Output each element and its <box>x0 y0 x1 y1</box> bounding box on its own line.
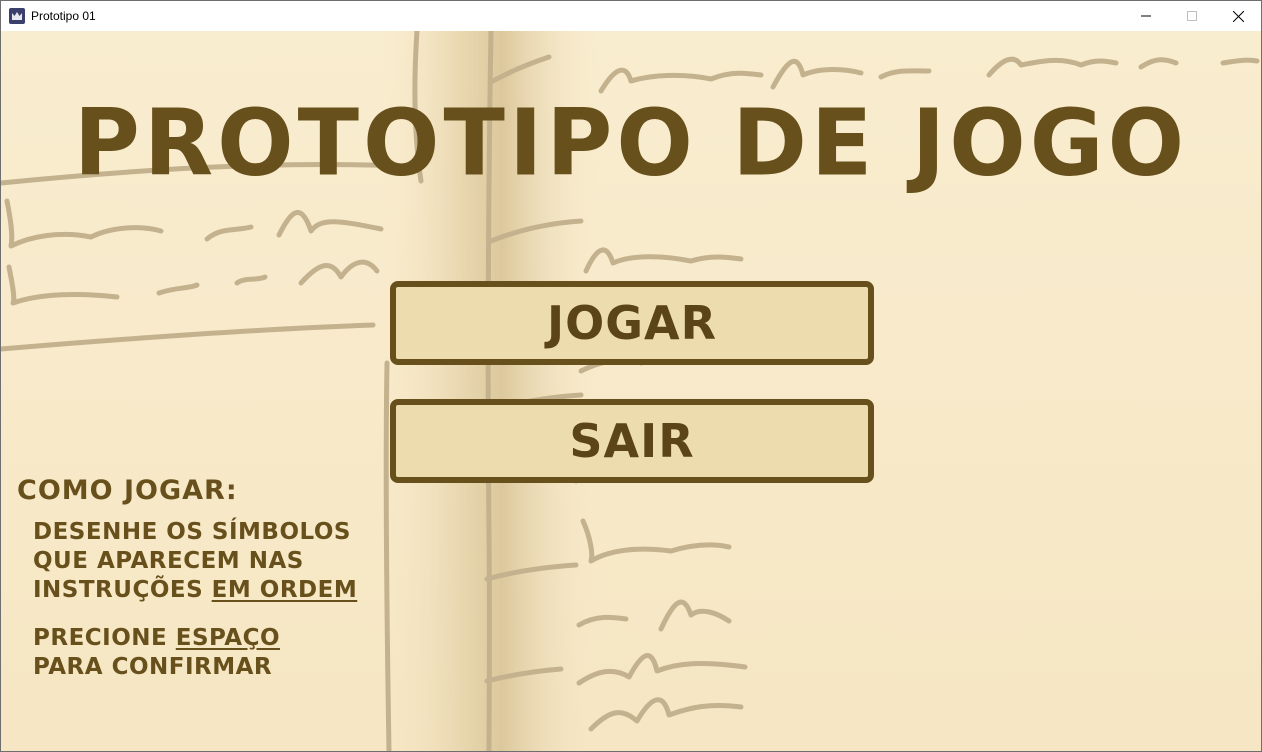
instruction-line: PRECIONE ESPAÇO <box>33 624 357 653</box>
play-button-label: JOGAR <box>547 296 717 350</box>
instruction-text: PRECIONE <box>33 625 176 651</box>
close-icon <box>1232 10 1244 22</box>
close-button[interactable] <box>1215 1 1261 31</box>
instruction-emphasis: EM ORDEM <box>211 577 358 603</box>
exit-button-label: SAIR <box>569 414 695 468</box>
title-bar[interactable]: Prototipo 01 <box>1 1 1261 31</box>
game-title: PROTOTIPO DE JOGO <box>73 89 1189 198</box>
play-button[interactable]: JOGAR <box>390 281 874 365</box>
instruction-emphasis: ESPAÇO <box>175 625 281 651</box>
game-maker-icon <box>9 8 25 24</box>
game-window: Prototipo 01 PROTOTIPO DE JOGO JOGAR SAI… <box>0 0 1262 752</box>
exit-button[interactable]: SAIR <box>390 399 874 483</box>
instruction-line: PARA CONFIRMAR <box>33 654 273 680</box>
how-to-play-title: COMO JOGAR: <box>17 475 238 506</box>
instruction-line: DESENHE OS SÍMBOLOS <box>33 519 351 545</box>
instruction-text: INSTRUÇÕES <box>33 577 212 603</box>
window-title: Prototipo 01 <box>31 9 96 23</box>
instruction-line: QUE APARECEM NAS <box>33 548 304 574</box>
instruction-line: INSTRUÇÕES EM ORDEM <box>33 576 357 605</box>
minimize-button[interactable] <box>1123 1 1169 31</box>
how-to-play-panel: COMO JOGAR: DESENHE OS SÍMBOLOS QUE APAR… <box>17 475 357 682</box>
minimize-icon <box>1141 15 1151 17</box>
maximize-button <box>1169 1 1215 31</box>
maximize-icon <box>1187 11 1197 21</box>
game-canvas: PROTOTIPO DE JOGO JOGAR SAIR COMO JOGAR:… <box>1 31 1261 751</box>
